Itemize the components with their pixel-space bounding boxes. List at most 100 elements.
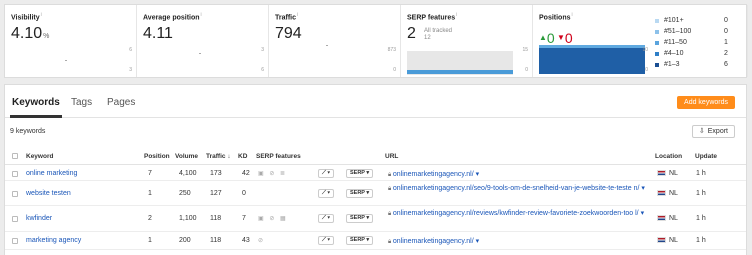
positions-axis-bottom: 0 xyxy=(645,67,648,73)
col-traffic-label: Traffic xyxy=(206,153,226,160)
ranking-url-link[interactable]: onlinemarketingagency.nl/ xyxy=(393,238,474,245)
chevron-down-icon[interactable]: ▾ xyxy=(641,185,645,192)
col-url[interactable]: URL xyxy=(385,153,398,160)
visibility-value: 4.10 xyxy=(11,25,43,42)
table-row[interactable]: kwfinder 2 1,100 118 7 ▣ ⊘ ▦ ⟋ ▾ SERP ▾ 🔒︎ onlin… xyxy=(5,206,746,232)
col-kd[interactable]: KD xyxy=(238,153,247,160)
trend-chart-button[interactable]: ⟋ ▾ xyxy=(318,169,335,178)
kd-cell: 7 xyxy=(242,215,246,222)
info-icon[interactable]: i xyxy=(572,12,573,18)
serp-button[interactable]: SERP ▾ xyxy=(346,236,374,245)
keyword-count: 9 keywords xyxy=(10,128,46,135)
select-all-checkbox[interactable] xyxy=(12,153,18,159)
visibility-sparkline xyxy=(65,60,67,61)
serp-feature-icons: ⊘ xyxy=(258,238,266,244)
legend-item[interactable]: #4–10 2 xyxy=(655,48,728,59)
add-keywords-button[interactable]: Add keywords xyxy=(677,96,735,109)
col-volume[interactable]: Volume xyxy=(175,153,198,160)
positions-top-band xyxy=(539,45,645,48)
positions-down-value: 0 xyxy=(564,30,573,46)
export-icon: ⇩ xyxy=(698,128,705,135)
info-icon[interactable]: i xyxy=(41,12,42,18)
avg-position-card: Average positioni 4.11 3 6 xyxy=(137,5,269,77)
row-checkbox[interactable] xyxy=(12,171,18,177)
traffic-cell: 127 xyxy=(210,190,222,197)
chevron-down-icon[interactable]: ▾ xyxy=(476,238,480,245)
info-icon[interactable]: i xyxy=(201,12,202,18)
serp-button[interactable]: SERP ▾ xyxy=(346,169,374,178)
update-cell: 1 h xyxy=(696,190,706,197)
trend-chart-button[interactable]: ⟋ ▾ xyxy=(318,236,335,245)
trend-chart-button[interactable]: ⟋ ▾ xyxy=(318,189,335,198)
col-keyword[interactable]: Keyword xyxy=(26,153,53,160)
legend-item[interactable]: #51–100 0 xyxy=(655,26,728,37)
tab-tags[interactable]: Tags xyxy=(71,97,92,108)
serp-button-label: SERP xyxy=(350,170,365,176)
location-code: NL xyxy=(669,215,678,222)
location-cell: NL xyxy=(657,215,678,222)
location-cell: NL xyxy=(657,237,678,244)
table-row[interactable]: online marketing 7 4,100 173 42 ▣ ⊘ ≣ ⟋ ▾ SERP … xyxy=(5,166,746,181)
location-cell: NL xyxy=(657,170,678,177)
ranking-url-link[interactable]: onlinemarketingagency.nl/ xyxy=(393,171,474,178)
legend-label: #101+ xyxy=(664,17,684,24)
traffic-axis-top: 873 xyxy=(387,47,396,53)
tab-pages[interactable]: Pages xyxy=(107,97,135,108)
location-code: NL xyxy=(669,190,678,197)
avg-position-sparkline xyxy=(199,53,201,54)
serp-button[interactable]: SERP ▾ xyxy=(346,214,374,223)
legend-item[interactable]: #11–50 1 xyxy=(655,37,728,48)
export-button[interactable]: ⇩ Export xyxy=(691,125,735,138)
legend-label: #4–10 xyxy=(664,50,684,57)
row-checkbox[interactable] xyxy=(12,238,18,244)
avg-position-value: 4.11 xyxy=(143,25,173,42)
row-checkbox[interactable] xyxy=(12,216,18,222)
chevron-down-icon: ▾ xyxy=(366,215,370,221)
col-position[interactable]: Position xyxy=(144,153,170,160)
legend-swatch xyxy=(655,62,659,67)
tab-bar: Keywords Tags Pages Add keywords xyxy=(5,85,746,118)
keyword-link[interactable]: online marketing xyxy=(26,170,77,177)
update-cell: 1 h xyxy=(696,170,706,177)
volume-cell: 1,100 xyxy=(179,215,197,222)
legend-swatch xyxy=(655,18,659,23)
serp-features-title: SERP features xyxy=(407,14,456,22)
keyword-link[interactable]: marketing agency xyxy=(26,237,81,244)
col-serp-features[interactable]: SERP features xyxy=(256,153,301,160)
serp-feature-icons: ▣ ⊘ ≣ xyxy=(258,171,288,177)
legend-item[interactable]: #101+ 0 xyxy=(655,15,728,26)
avg-position-axis-bottom: 6 xyxy=(261,67,264,73)
keyword-link[interactable]: website testen xyxy=(26,190,71,197)
col-traffic[interactable]: Traffic ↓ xyxy=(206,153,230,160)
position-cell: 2 xyxy=(148,215,152,222)
legend-value: 0 xyxy=(724,17,728,24)
position-cell: 7 xyxy=(148,170,152,177)
info-icon[interactable]: i xyxy=(456,12,457,18)
col-update[interactable]: Update xyxy=(695,153,717,160)
chevron-down-icon[interactable]: ▾ xyxy=(476,171,480,178)
serp-button-label: SERP xyxy=(350,190,365,196)
tab-keywords[interactable]: Keywords xyxy=(12,97,60,108)
ranking-url-link[interactable]: onlinemarketingagency.nl/reviews/kwfinde… xyxy=(393,210,639,217)
serp-button[interactable]: SERP ▾ xyxy=(346,189,374,198)
col-location[interactable]: Location xyxy=(655,153,682,160)
netherlands-flag-icon xyxy=(657,190,666,196)
visibility-axis-bottom: 3 xyxy=(129,67,132,73)
legend-value: 1 xyxy=(724,39,728,46)
keyword-link[interactable]: kwfinder xyxy=(26,215,52,222)
traffic-axis-bottom: 0 xyxy=(393,67,396,73)
chevron-down-icon[interactable]: ▾ xyxy=(641,210,645,217)
info-icon[interactable]: i xyxy=(297,12,298,18)
serp-features-value: 2 xyxy=(407,25,416,42)
legend-value: 0 xyxy=(724,28,728,35)
trend-chart-button[interactable]: ⟋ ▾ xyxy=(318,214,335,223)
row-checkbox[interactable] xyxy=(12,191,18,197)
ranking-url-link[interactable]: onlinemarketingagency.nl/seo/9-tools-om-… xyxy=(393,185,640,192)
netherlands-flag-icon xyxy=(657,215,666,221)
table-row[interactable]: website testen 1 250 127 0 ⟋ ▾ SERP ▾ 🔒︎ online… xyxy=(5,181,746,206)
legend-item[interactable]: #1–3 6 xyxy=(655,59,728,70)
serp-axis-bottom: 0 xyxy=(525,67,528,73)
chevron-down-icon: ▾ xyxy=(366,190,370,196)
table-row[interactable]: marketing agency 1 200 118 43 ⊘ ⟋ ▾ SERP ▾ 🔒︎ on… xyxy=(5,232,746,250)
position-cell: 1 xyxy=(148,190,152,197)
